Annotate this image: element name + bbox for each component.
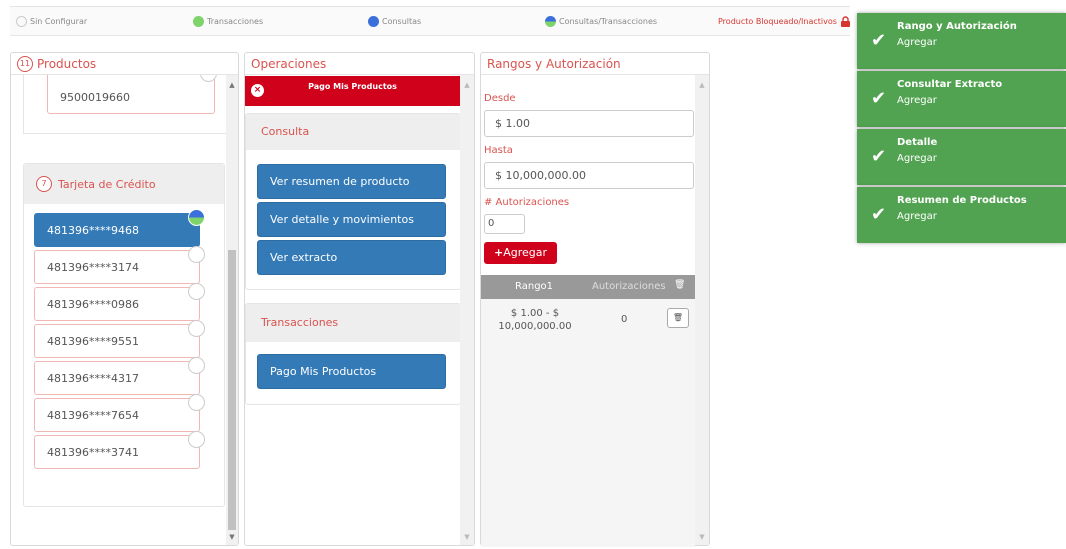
trash-icon[interactable]: 🗑	[674, 280, 685, 290]
col-rango: Rango1	[515, 281, 554, 292]
tarjeta-group-title: Tarjeta de Crédito	[58, 177, 156, 191]
legend-bloqueado: Producto Bloqueado/Inactivos	[718, 16, 851, 27]
consulta-button[interactable]: Ver detalle y movimientos	[257, 202, 446, 237]
empty-circle-icon	[188, 431, 205, 448]
desde-label: Desde	[484, 93, 516, 104]
trash-icon: 🗑	[672, 313, 684, 322]
credit-card-item[interactable]: 481396****0986	[34, 287, 200, 321]
half-circle-icon	[188, 209, 205, 226]
toast-title: Resumen de Productos	[897, 195, 1027, 206]
toast-notification[interactable]: ✔ Rango y Autorización Agregar	[857, 13, 1066, 69]
plus-icon: +	[493, 246, 504, 259]
credit-card-item[interactable]: 481396****7654	[34, 398, 200, 432]
productos-title: Productos	[37, 56, 97, 71]
autorizaciones-input[interactable]: 0	[484, 214, 525, 234]
checkmark-icon: ✔	[871, 204, 887, 225]
scroll-up-arrow[interactable]: ▲	[697, 81, 707, 89]
auth-cell: 0	[621, 314, 628, 325]
toast-title: Detalle	[897, 137, 938, 148]
banner-text: Pago Mis Productos	[308, 82, 397, 91]
consulta-button[interactable]: Ver extracto	[257, 240, 446, 275]
delete-row-button[interactable]: 🗑	[667, 308, 689, 328]
scroll-up-arrow[interactable]: ▲	[227, 81, 237, 89]
productos-scrollbar[interactable]: ▲ ▼	[226, 75, 238, 545]
toast-notification[interactable]: ✔ Consultar Extracto Agregar	[857, 71, 1066, 127]
operaciones-panel: Operaciones × Pago Mis Productos Consult…	[244, 52, 475, 546]
empty-circle-icon	[188, 357, 205, 374]
account-group: 9500019660	[23, 75, 226, 134]
legend-sin-configurar: Sin Configurar	[16, 16, 87, 27]
desde-input[interactable]: $ 1.00	[484, 110, 694, 137]
scroll-thumb[interactable]	[228, 250, 236, 530]
legend-bar: Sin Configurar Transacciones Consultas C…	[10, 6, 850, 36]
rangos-scrollbar[interactable]: ▲ ▼	[695, 75, 709, 545]
rangos-title: Rangos y Autorización	[481, 53, 709, 75]
toast-title: Consultar Extracto	[897, 79, 1003, 90]
checkmark-icon: ✔	[871, 30, 887, 51]
agregar-button[interactable]: +Agregar	[484, 242, 557, 264]
empty-circle-icon	[188, 320, 205, 337]
credit-card-item[interactable]: 481396****4317	[34, 361, 200, 395]
credit-card-item[interactable]: 481396****9551	[34, 324, 200, 358]
scroll-down-arrow[interactable]: ▼	[697, 533, 707, 541]
half-circle-icon	[545, 16, 556, 27]
legend-consultas-transacciones: Consultas/Transacciones	[545, 16, 657, 27]
rango-table-body: $ 1.00 - $ 10,000,000.00 0 🗑	[481, 299, 695, 547]
transaccion-button[interactable]: Pago Mis Productos	[257, 354, 446, 389]
credit-card-item[interactable]: 481396****3741	[34, 435, 200, 469]
checkmark-icon: ✔	[871, 146, 887, 167]
empty-circle-icon	[188, 394, 205, 411]
toast-message: Agregar	[897, 37, 937, 48]
green-circle-icon	[193, 16, 204, 27]
tarjeta-group-header[interactable]: 7 Tarjeta de Crédito	[24, 164, 224, 204]
range-cell: $ 1.00 - $ 10,000,000.00	[498, 308, 572, 332]
blue-circle-icon	[368, 16, 379, 27]
autorizaciones-label: # Autorizaciones	[484, 197, 570, 208]
legend-consultas: Consultas	[368, 16, 421, 27]
hasta-label: Hasta	[484, 145, 513, 156]
empty-circle-icon	[16, 16, 27, 27]
rangos-panel: Rangos y Autorización Desde $ 1.00 Hasta…	[480, 52, 710, 547]
hasta-input[interactable]: $ 10,000,000.00	[484, 162, 694, 189]
credit-card-item[interactable]: 481396****9468	[34, 213, 200, 247]
productos-header: 11 Productos	[11, 53, 238, 75]
productos-count-badge: 11	[17, 55, 33, 72]
col-autorizaciones: Autorizaciones	[592, 281, 666, 292]
account-card[interactable]: 9500019660	[47, 75, 215, 114]
toast-message: Agregar	[897, 211, 937, 222]
scroll-up-arrow[interactable]: ▲	[462, 81, 472, 89]
lock-icon	[840, 16, 850, 27]
legend-transacciones: Transacciones	[193, 16, 263, 27]
checkmark-icon: ✔	[871, 88, 887, 109]
scroll-down-arrow[interactable]: ▼	[462, 533, 472, 541]
product-banner: × Pago Mis Productos	[245, 76, 460, 106]
transacciones-title: Transacciones	[246, 304, 460, 342]
toast-notification[interactable]: ✔ Resumen de Productos Agregar	[857, 187, 1066, 243]
tarjeta-count-badge: 7	[36, 176, 52, 192]
scroll-down-arrow[interactable]: ▼	[227, 533, 237, 541]
toast-message: Agregar	[897, 153, 937, 164]
empty-circle-icon	[188, 246, 205, 263]
rango-table-header: Rango1 Autorizaciones 🗑	[481, 275, 695, 299]
operaciones-title: Operaciones	[245, 53, 474, 75]
consulta-title: Consulta	[246, 114, 460, 150]
operaciones-scrollbar[interactable]: ▲ ▼	[460, 75, 474, 545]
toast-title: Rango y Autorización	[897, 21, 1017, 32]
toast-message: Agregar	[897, 95, 937, 106]
empty-circle-icon	[188, 283, 205, 300]
credit-card-item[interactable]: 481396****3174	[34, 250, 200, 284]
toast-notification[interactable]: ✔ Detalle Agregar	[857, 129, 1066, 185]
consulta-button[interactable]: Ver resumen de producto	[257, 164, 446, 199]
